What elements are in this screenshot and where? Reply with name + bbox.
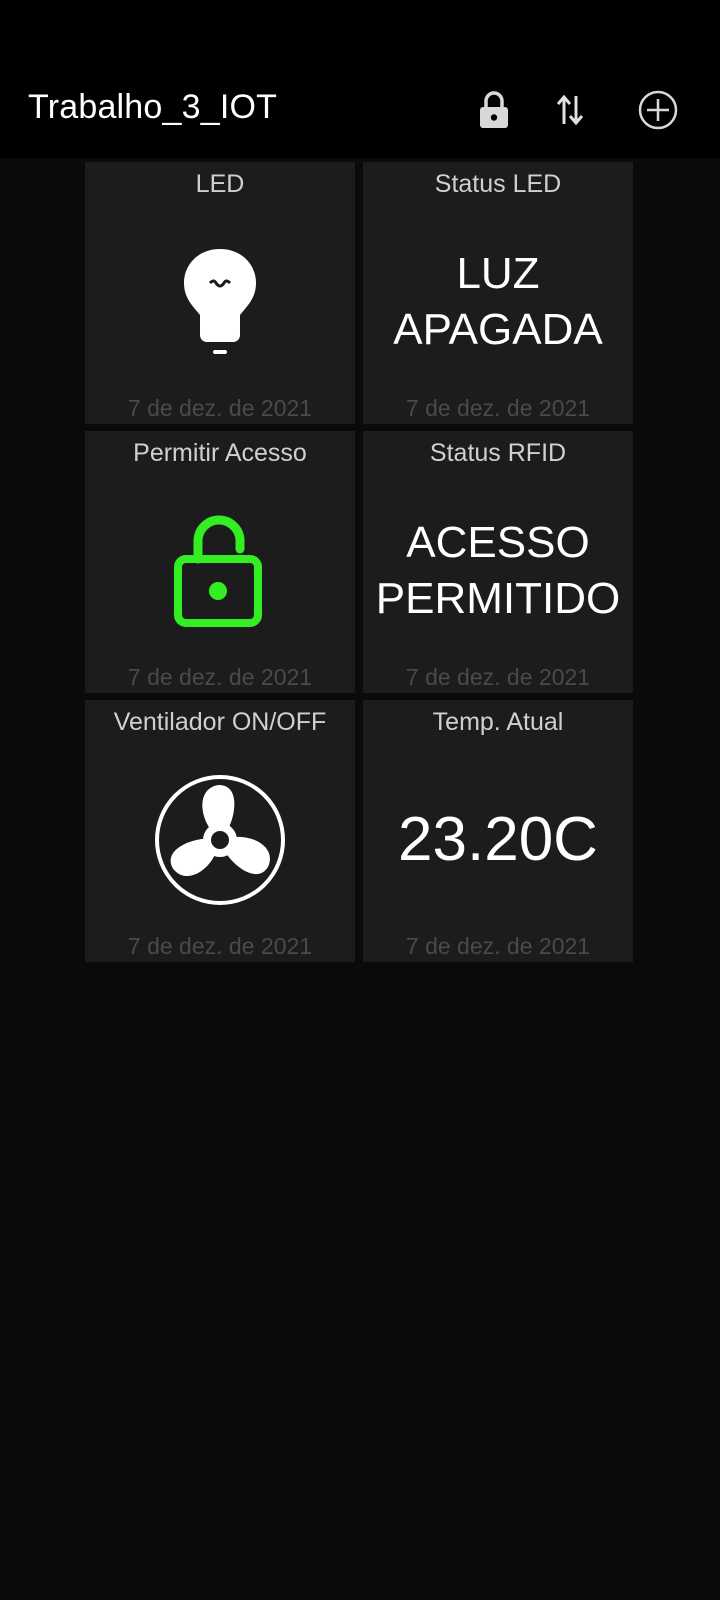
lightbulb-icon[interactable] [85, 232, 355, 372]
tile-date: 7 de dez. de 2021 [405, 664, 591, 690]
tile-led[interactable]: LED 7 de dez. de 2021 [85, 162, 355, 424]
tile-title: Status LED [434, 170, 562, 198]
tile-title: Temp. Atual [432, 708, 564, 736]
tile-date: 7 de dez. de 2021 [127, 933, 313, 959]
status-rfid-line2: PERMITIDO [375, 574, 621, 623]
swap-vertical-icon[interactable] [548, 88, 592, 132]
temperature-reading: 23.20C [398, 805, 598, 874]
status-led-line2: APAGADA [393, 305, 603, 354]
tile-title: Permitir Acesso [133, 439, 307, 467]
tile-date: 7 de dez. de 2021 [127, 395, 313, 421]
fan-icon[interactable] [85, 770, 355, 910]
tile-ventilador[interactable]: Ventilador ON/OFF 7 de dez. de 2021 [85, 700, 355, 962]
add-circle-icon[interactable] [636, 88, 680, 132]
tile-title: Status RFID [429, 439, 567, 467]
tile-temp-atual[interactable]: Temp. Atual 23.20C 7 de dez. de 2021 [363, 700, 633, 962]
status-led-line1: LUZ [456, 249, 540, 298]
tile-permitir-acesso[interactable]: Permitir Acesso 7 de dez. de 2021 [85, 431, 355, 693]
status-rfid-value: ACESSO PERMITIDO [363, 481, 633, 661]
app-bar: Trabalho_3_IOT [0, 0, 720, 158]
tile-status-rfid[interactable]: Status RFID ACESSO PERMITIDO 7 de dez. d… [363, 431, 633, 693]
tile-date: 7 de dez. de 2021 [405, 395, 591, 421]
tile-date: 7 de dez. de 2021 [127, 664, 313, 690]
app-title: Trabalho_3_IOT [28, 88, 278, 126]
status-rfid-line1: ACESSO [406, 518, 590, 567]
tile-date: 7 de dez. de 2021 [405, 933, 591, 959]
lock-icon[interactable] [472, 88, 516, 132]
status-led-value: LUZ APAGADA [363, 212, 633, 392]
tile-title: LED [195, 170, 245, 198]
tile-title: Ventilador ON/OFF [113, 708, 327, 736]
tile-status-led[interactable]: Status LED LUZ APAGADA 7 de dez. de 2021 [363, 162, 633, 424]
temperature-value: 23.20C [363, 750, 633, 930]
unlock-icon[interactable] [85, 501, 355, 641]
